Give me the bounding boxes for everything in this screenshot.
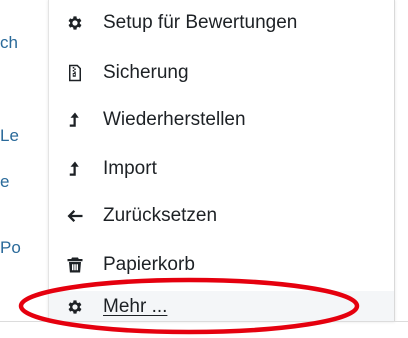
menu-item-backup[interactable]: Sicherung: [49, 50, 394, 96]
gear-icon: [66, 298, 84, 316]
menu-item-restore[interactable]: Wiederherstellen: [49, 97, 394, 143]
background-text-fragment: ch: [0, 33, 18, 52]
arrow-left-icon: [66, 207, 84, 225]
menu-item-more[interactable]: Mehr ...: [49, 291, 394, 322]
menu-item-import[interactable]: Import: [49, 146, 394, 192]
menu-item-label: Papierkorb: [103, 254, 195, 275]
gear-icon: [66, 14, 84, 32]
menu-item-setup-grading[interactable]: Setup für Bewertungen: [49, 0, 394, 46]
level-up-icon: [66, 111, 84, 129]
menu-item-label: Sicherung: [103, 62, 189, 83]
background-link-fragment[interactable]: e: [0, 172, 9, 192]
menu-item-label: Setup für Bewertungen: [103, 12, 298, 33]
menu-item-label: Import: [103, 158, 157, 179]
background-link-fragment[interactable]: Po: [0, 238, 21, 258]
menu-item-label: Mehr ...: [103, 295, 168, 317]
menu-item-label: Zurücksetzen: [103, 205, 218, 226]
menu-item-reset[interactable]: Zurücksetzen: [49, 193, 394, 239]
file-archive-icon: [66, 64, 84, 82]
dropdown-menu: Setup für Bewertungen Sicherung Wiederhe…: [48, 0, 395, 322]
level-up-icon: [66, 160, 84, 178]
divider: [0, 321, 408, 322]
background-link-fragment[interactable]: Le: [0, 126, 19, 146]
trash-icon: [66, 256, 84, 274]
menu-item-label: Wiederherstellen: [103, 109, 246, 130]
menu-item-recycle-bin[interactable]: Papierkorb: [49, 242, 394, 288]
